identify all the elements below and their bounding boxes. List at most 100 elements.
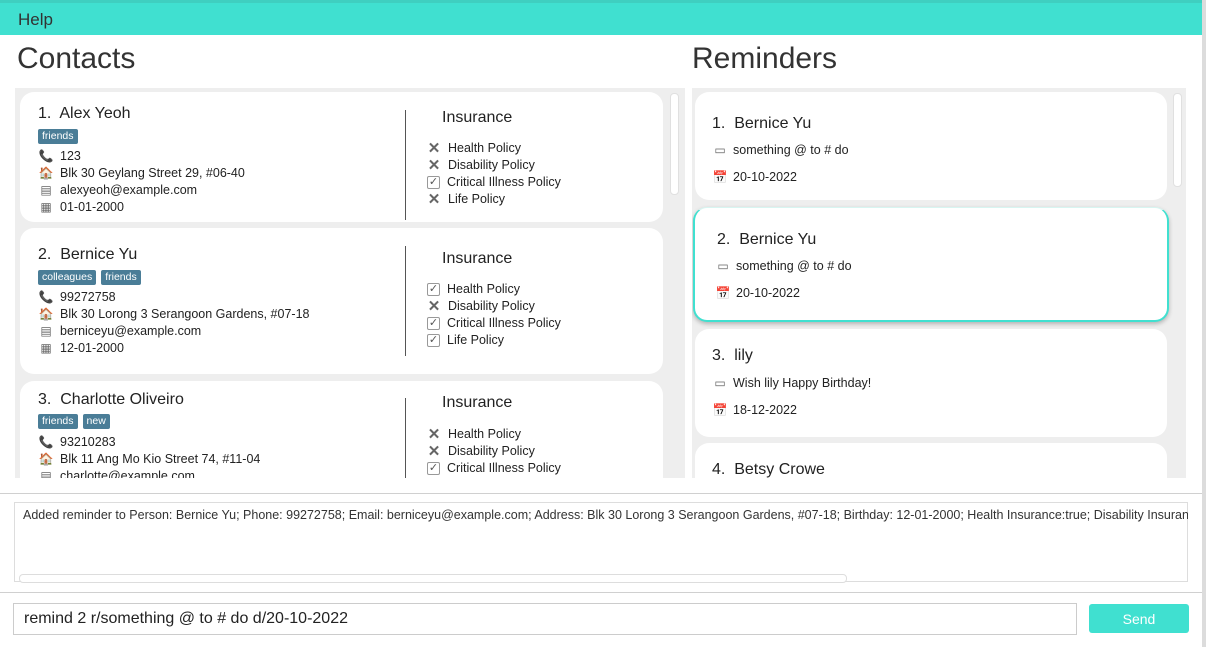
tag: friends: [38, 414, 78, 429]
command-text: remind 2 r/something @ to # do d/20-10-2…: [24, 610, 348, 627]
check-icon: ✓: [427, 333, 440, 347]
cross-icon: ✕: [427, 298, 441, 315]
tag: new: [82, 414, 110, 429]
reminder-name: 4. Betsy Crowe: [712, 461, 825, 478]
email-field: ▤ alexyeoh@example.com: [38, 183, 197, 197]
address-field: 🏠 Blk 30 Geylang Street 29, #06-40: [38, 166, 245, 180]
tag-list: friends new: [38, 414, 110, 429]
home-icon: 🏠: [38, 166, 54, 180]
calendar-icon: 📅: [715, 286, 731, 300]
cake-icon: ▦: [40, 341, 52, 355]
note-icon: ▭: [714, 143, 726, 157]
reminders-scrollbar[interactable]: [1173, 93, 1182, 187]
help-menu[interactable]: Help: [18, 10, 53, 30]
reminder-card[interactable]: 4. Betsy Crowe: [695, 443, 1167, 478]
phone-field: 📞 123: [38, 149, 81, 163]
tag: friends: [101, 270, 141, 285]
calendar-icon: 📅: [712, 170, 728, 184]
cross-icon: ✕: [427, 140, 441, 157]
command-input[interactable]: remind 2 r/something @ to # do d/20-10-2…: [13, 603, 1077, 635]
calendar-icon: 📅: [712, 403, 728, 417]
check-icon: ✓: [427, 316, 440, 330]
phone-icon: 📞: [38, 435, 54, 449]
phone-field: 📞 93210283: [38, 435, 116, 449]
email-field: ▤ charlotte@example.com: [38, 469, 195, 478]
home-icon: 🏠: [38, 307, 54, 321]
check-icon: ✓: [427, 175, 440, 189]
contact-name: 2. Bernice Yu: [38, 246, 138, 263]
home-icon: 🏠: [38, 452, 54, 466]
divider: [0, 493, 1202, 494]
divider: [0, 592, 1202, 593]
tag-list: colleagues friends: [38, 270, 141, 285]
policy-health: ✕ Health Policy: [427, 140, 521, 157]
result-text: Added reminder to Person: Bernice Yu; Ph…: [23, 508, 1188, 522]
tag-list: friends: [38, 129, 78, 144]
contacts-title: Contacts: [17, 42, 136, 75]
policy-critical-illness: ✓ Critical Illness Policy: [427, 461, 561, 475]
address-field: 🏠 Blk 30 Lorong 3 Serangoon Gardens, #07-…: [38, 307, 310, 321]
cross-icon: ✕: [427, 191, 441, 208]
contact-card[interactable]: 3. Charlotte Oliveiro friends new 📞 93210…: [20, 381, 663, 478]
contact-name: 3. Charlotte Oliveiro: [38, 391, 184, 408]
reminder-date: 📅 18-12-2022: [712, 403, 797, 417]
insurance-heading: Insurance: [442, 394, 513, 411]
email-icon: ▤: [40, 183, 52, 197]
birthday-field: ▦ 12-01-2000: [38, 341, 124, 355]
policy-life: ✓ Life Policy: [427, 333, 504, 347]
address-field: 🏠 Blk 11 Ang Mo Kio Street 74, #11-04: [38, 452, 261, 466]
policy-disability: ✕ Disability Policy: [427, 157, 535, 174]
contacts-scrollbar[interactable]: [670, 93, 679, 195]
insurance-heading: Insurance: [442, 109, 513, 126]
send-button[interactable]: Send: [1089, 604, 1189, 633]
divider: [405, 398, 406, 478]
divider: [405, 110, 406, 220]
policy-life: ✕ Life Policy: [427, 191, 505, 208]
reminder-task: ▭ something @ to # do: [712, 143, 848, 157]
phone-icon: 📞: [38, 290, 54, 304]
check-icon: ✓: [427, 282, 440, 296]
email-icon: ▤: [40, 469, 52, 478]
reminder-date: 📅 20-10-2022: [715, 286, 800, 300]
reminder-task: ▭ something @ to # do: [715, 259, 851, 273]
result-scrollbar[interactable]: [19, 574, 847, 583]
check-icon: ✓: [427, 461, 440, 475]
contact-card[interactable]: 2. Bernice Yu colleagues friends 📞 992727…: [20, 228, 663, 374]
insurance-heading: Insurance: [442, 250, 513, 267]
reminder-task: ▭ Wish lily Happy Birthday!: [712, 376, 871, 390]
note-icon: ▭: [717, 259, 729, 273]
phone-icon: 📞: [38, 149, 54, 163]
tag: friends: [38, 129, 78, 144]
phone-field: 📞 99272758: [38, 290, 116, 304]
cake-icon: ▦: [40, 200, 52, 214]
email-icon: ▤: [40, 324, 52, 338]
contacts-list[interactable]: 1. Alex Yeoh friends 📞 123 🏠 Blk 30 Geylan…: [15, 88, 685, 478]
reminder-card-selected[interactable]: 2. Bernice Yu ▭ something @ to # do 📅 20-1…: [693, 207, 1169, 322]
policy-health: ✓ Health Policy: [427, 282, 520, 296]
policy-health: ✕ Health Policy: [427, 426, 521, 443]
reminder-date: 📅 20-10-2022: [712, 170, 797, 184]
reminder-name: 2. Bernice Yu: [717, 231, 817, 248]
birthday-field: ▦ 01-01-2000: [38, 200, 124, 214]
email-field: ▤ berniceyu@example.com: [38, 324, 201, 338]
menu-bar: Help: [0, 0, 1202, 35]
result-display: Added reminder to Person: Bernice Yu; Ph…: [14, 502, 1188, 583]
policy-critical-illness: ✓ Critical Illness Policy: [427, 175, 561, 189]
reminders-title: Reminders: [692, 42, 838, 75]
divider: [405, 246, 406, 356]
cross-icon: ✕: [427, 426, 441, 443]
policy-critical-illness: ✓ Critical Illness Policy: [427, 316, 561, 330]
reminder-name: 1. Bernice Yu: [712, 115, 812, 132]
reminder-card[interactable]: 1. Bernice Yu ▭ something @ to # do 📅 20-1…: [695, 92, 1167, 200]
policy-disability: ✕ Disability Policy: [427, 443, 535, 460]
reminder-card[interactable]: 3. lily ▭ Wish lily Happy Birthday! 📅 18-1…: [695, 329, 1167, 437]
reminder-name: 3. lily: [712, 347, 753, 364]
window-edge: [1202, 0, 1206, 647]
reminders-list[interactable]: 1. Bernice Yu ▭ something @ to # do 📅 20-1…: [692, 88, 1186, 478]
tag: colleagues: [38, 270, 97, 285]
cross-icon: ✕: [427, 157, 441, 174]
contact-name: 1. Alex Yeoh: [38, 105, 131, 122]
contact-card[interactable]: 1. Alex Yeoh friends 📞 123 🏠 Blk 30 Geylan…: [20, 92, 663, 222]
cross-icon: ✕: [427, 443, 441, 460]
note-icon: ▭: [714, 376, 726, 390]
